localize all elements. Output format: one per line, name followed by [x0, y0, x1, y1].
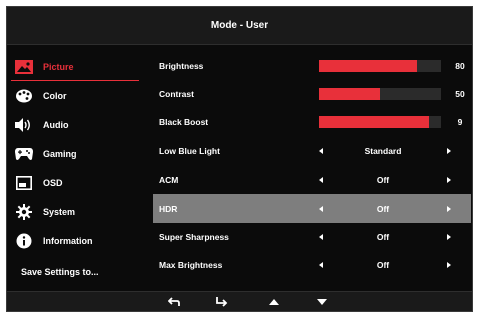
mode-title: Mode - User [7, 7, 472, 45]
setting-label: Contrast [159, 89, 194, 99]
sidebar-item-audio[interactable]: Audio [7, 110, 147, 139]
osd-panel: Mode - User Picture Color Audio Gaming O… [6, 6, 473, 312]
setting-label: Low Blue Light [159, 145, 220, 156]
setting-row-max-brightness[interactable]: Max Brightness Off [153, 251, 471, 279]
slider-fill [319, 116, 429, 128]
sidebar-item-color[interactable]: Color [7, 81, 147, 110]
sidebar-item-picture[interactable]: Picture [7, 52, 147, 81]
setting-row-black-boost[interactable]: Black Boost 9 [153, 108, 471, 136]
return-icon[interactable] [167, 296, 181, 308]
osd-window-icon [15, 175, 33, 191]
setting-row-super-sharpness[interactable]: Super Sharpness Off [153, 223, 471, 251]
sidebar-item-label: Gaming [43, 148, 77, 159]
setting-label: Max Brightness [159, 260, 223, 270]
setting-row-low-blue-light[interactable]: Low Blue Light Standard [153, 136, 471, 165]
sidebar-item-label: Information [43, 235, 93, 246]
setting-label: Brightness [159, 61, 204, 71]
right-arrow-icon[interactable] [447, 262, 451, 268]
setting-label: ACM [159, 174, 179, 185]
gear-icon [15, 203, 33, 220]
setting-value: Off [376, 232, 390, 242]
setting-value: 9 [457, 117, 463, 127]
sidebar-item-label: Color [43, 90, 67, 101]
sidebar-item-information[interactable]: Information [7, 226, 147, 255]
enter-icon[interactable] [215, 296, 229, 308]
palette-icon [15, 88, 33, 104]
contrast-slider[interactable] [319, 88, 441, 100]
setting-value: 80 [455, 61, 465, 71]
setting-value: Off [376, 174, 390, 185]
setting-label: HDR [159, 203, 178, 214]
setting-value: Standard [364, 145, 402, 156]
right-arrow-icon[interactable] [447, 147, 451, 154]
setting-row-acm[interactable]: ACM Off [153, 165, 471, 194]
sidebar-item-osd[interactable]: OSD [7, 168, 147, 197]
sidebar-item-gaming[interactable]: Gaming [7, 139, 147, 168]
sidebar-item-label: Audio [43, 119, 69, 130]
setting-value: Off [376, 203, 390, 214]
sidebar-item-label: Picture [43, 61, 74, 72]
brightness-slider[interactable] [319, 60, 441, 72]
setting-row-brightness[interactable]: Brightness 80 [153, 52, 471, 80]
up-arrow-icon[interactable] [267, 296, 281, 308]
gamepad-icon [15, 146, 33, 162]
setting-value: Off [376, 260, 390, 270]
right-arrow-icon[interactable] [447, 234, 451, 240]
picture-icon [15, 59, 33, 75]
slider-fill [319, 88, 380, 100]
settings-list: Brightness 80 Contrast 50 Black Boost 9 … [153, 52, 471, 279]
setting-label: Super Sharpness [159, 232, 229, 242]
setting-value: 50 [455, 89, 465, 99]
sidebar: Picture Color Audio Gaming OSD System In… [7, 52, 147, 289]
sidebar-item-label: System [43, 206, 76, 217]
navigation-bar [7, 291, 472, 311]
setting-row-hdr[interactable]: HDR Off [153, 194, 471, 223]
right-arrow-icon[interactable] [447, 205, 451, 212]
info-icon [15, 233, 33, 249]
sidebar-item-system[interactable]: System [7, 197, 147, 226]
setting-label: Black Boost [159, 117, 209, 127]
down-arrow-icon[interactable] [315, 296, 329, 308]
sidebar-item-label: OSD [43, 177, 63, 188]
right-arrow-icon[interactable] [447, 176, 451, 183]
slider-fill [319, 60, 417, 72]
save-settings-button[interactable]: Save Settings to... [7, 255, 147, 289]
speaker-icon [15, 117, 33, 133]
setting-row-contrast[interactable]: Contrast 50 [153, 80, 471, 108]
black-boost-slider[interactable] [319, 116, 441, 128]
